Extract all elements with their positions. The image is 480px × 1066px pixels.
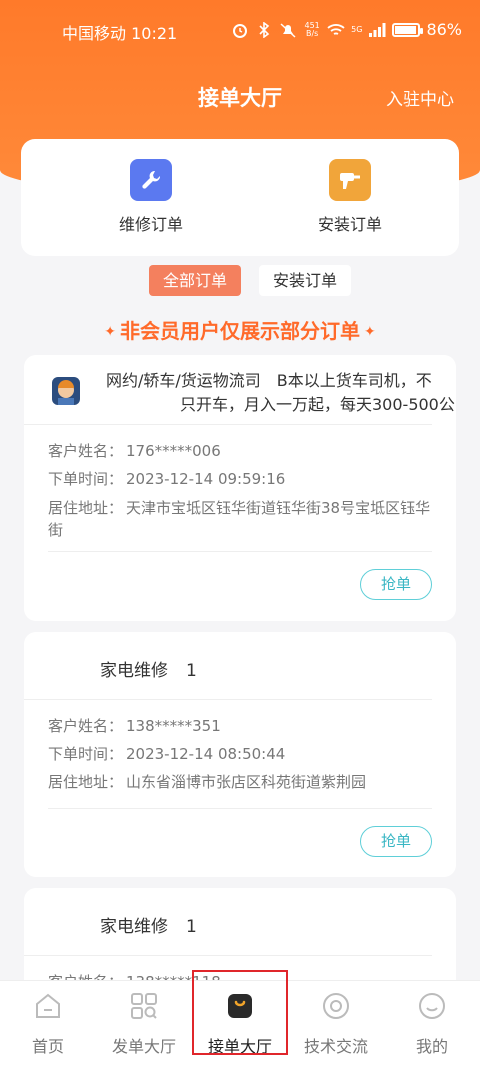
order-title: 家电维修 1 xyxy=(100,912,197,937)
install-order-label: 安装订单 xyxy=(317,215,382,234)
grab-order-button[interactable]: 抢单 xyxy=(360,569,432,600)
sparkle-icon: ✦ xyxy=(104,324,116,340)
mute-bell-icon xyxy=(280,22,296,38)
order-time-value: 2023-12-14 09:59:16 xyxy=(126,470,286,488)
order-type-panel: 维修订单 安装订单 xyxy=(21,139,459,256)
tab-post-orders-label: 发单大厅 xyxy=(111,1037,176,1056)
repair-order-entry[interactable]: 维修订单 xyxy=(81,159,221,235)
carrier-time: 中国移动 10:21 xyxy=(62,24,178,43)
tab-mine[interactable]: 我的 xyxy=(384,991,480,1057)
customer-name-label: 客户姓名： xyxy=(48,442,124,460)
customer-name-value: 176*****006 xyxy=(126,442,221,460)
order-service: 家电维修 xyxy=(100,917,168,937)
divider xyxy=(48,808,432,809)
order-service: 家电维修 xyxy=(100,661,168,681)
address-value: 山东省淄博市张店区科苑街道紫荆园 xyxy=(126,773,367,791)
order-card-header: 家电维修 1 xyxy=(24,888,432,956)
net-speed-unit: B/s xyxy=(305,28,319,38)
smile-icon xyxy=(419,993,445,1019)
battery-percent: 86% xyxy=(426,20,462,39)
tab-post-orders[interactable]: 发单大厅 xyxy=(96,991,192,1057)
order-title-line1: 网约/轿车/货运物流司 B本以上货车司机，不 xyxy=(106,371,432,390)
order-time-value: 2023-12-14 08:50:44 xyxy=(126,745,286,763)
order-card-header: 网约/轿车/货运物流司 B本以上货车司机，不 只开车，月入一万起，每天300-5… xyxy=(24,355,455,425)
status-bar: 中国移动 10:21 451 B/s 5G 86% xyxy=(0,0,480,58)
tab-install-orders[interactable]: 安装订单 xyxy=(259,265,351,296)
order-time-label: 下单时间： xyxy=(48,745,124,763)
signal-icon xyxy=(369,22,386,37)
tab-tech-exchange-label: 技术交流 xyxy=(303,1037,368,1056)
divider xyxy=(48,551,432,552)
tab-all-orders[interactable]: 全部订单 xyxy=(149,265,241,296)
order-card-header: 家电维修 1 xyxy=(24,632,432,700)
net-speed: 451 B/s xyxy=(303,21,321,38)
address-value: 天津市宝坻区钰华街道钰华街38号宝坻区钰华街 xyxy=(48,499,431,539)
repair-order-label: 维修订单 xyxy=(118,215,183,234)
member-notice: ✦ 非会员用户仅展示部分订单 ✦ xyxy=(0,315,480,344)
order-quantity: 1 xyxy=(186,661,197,681)
selection-highlight xyxy=(192,970,288,1055)
order-title: 家电维修 1 xyxy=(100,656,197,681)
notice-text: 非会员用户仅展示部分订单 xyxy=(120,319,360,343)
order-card: 网约/轿车/货运物流司 B本以上货车司机，不 只开车，月入一万起，每天300-5… xyxy=(24,355,456,621)
alarm-icon xyxy=(233,23,248,38)
status-icons: 451 B/s 5G 86% xyxy=(231,20,462,39)
grid-search-icon xyxy=(131,993,157,1019)
order-details: 客户姓名： 138*****351 下单时间： 2023-12-14 08:50:4… xyxy=(24,700,456,796)
customer-name-label: 客户姓名： xyxy=(48,717,124,735)
order-card: 家电维修 1 客户姓名： 138*****351 下单时间： 2023-12-14 0… xyxy=(24,632,456,877)
avatar xyxy=(52,377,80,405)
sparkle-icon: ✦ xyxy=(364,324,376,340)
order-title-line2: 只开车，月入一万起，每天300-500公 xyxy=(180,395,455,414)
drill-icon xyxy=(329,159,371,201)
customer-name-value: 138*****351 xyxy=(126,717,221,735)
circle-target-icon xyxy=(323,993,349,1019)
tab-home-label: 首页 xyxy=(31,1037,64,1056)
network-tag: 5G xyxy=(351,25,363,34)
wifi-icon xyxy=(327,23,345,35)
order-details: 客户姓名： 176*****006 下单时间： 2023-12-14 09:59:1… xyxy=(24,425,456,541)
order-filter-tabs: 全部订单 安装订单 xyxy=(0,265,480,297)
order-title: 网约/轿车/货运物流司 B本以上货车司机，不 只开车，月入一万起，每天300-5… xyxy=(106,369,455,417)
battery-icon xyxy=(392,22,424,37)
order-quantity: 1 xyxy=(186,917,197,937)
wrench-icon xyxy=(130,159,172,201)
bluetooth-icon xyxy=(259,21,270,38)
join-center-link[interactable]: 入驻中心 xyxy=(386,85,454,110)
address-label: 居住地址： xyxy=(48,773,124,791)
tab-home[interactable]: 首页 xyxy=(0,991,96,1057)
order-time-label: 下单时间： xyxy=(48,470,124,488)
install-order-entry[interactable]: 安装订单 xyxy=(280,159,420,235)
home-icon xyxy=(36,993,60,1018)
tab-mine-label: 我的 xyxy=(415,1037,448,1056)
grab-order-button[interactable]: 抢单 xyxy=(360,826,432,857)
tab-tech-exchange[interactable]: 技术交流 xyxy=(288,991,384,1057)
